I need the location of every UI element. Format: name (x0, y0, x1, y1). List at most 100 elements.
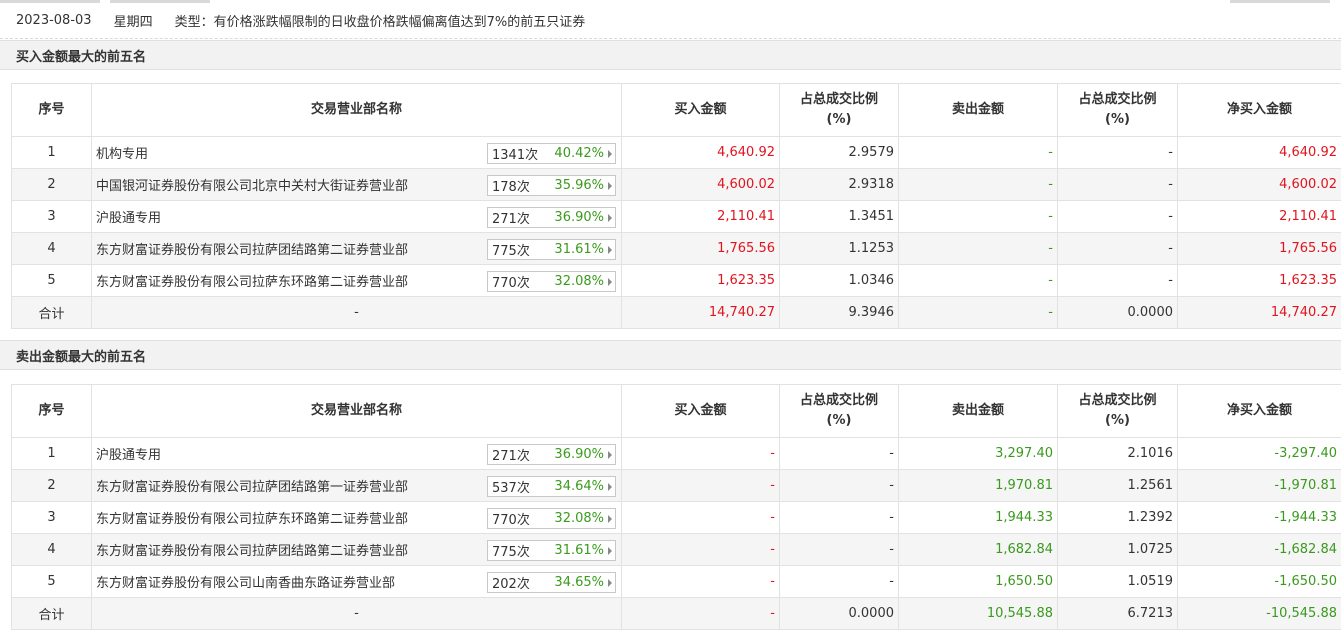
col-net: 净买入金额 (1177, 384, 1341, 438)
broker-listing-count: 271次 (492, 212, 530, 227)
broker-stats-button[interactable]: 537次 34.64% (487, 476, 616, 497)
broker-stats-button[interactable]: 202次 34.65% (487, 572, 616, 593)
sell-ratio: 1.2392 (1057, 501, 1178, 534)
broker-name[interactable]: 东方财富证券股份有限公司拉萨东环路第二证券营业部 (96, 508, 408, 527)
total-name: - (91, 296, 622, 329)
col-idx: 序号 (11, 384, 92, 438)
broker-name-cell: 机构专用 1341次 40.42% (91, 136, 622, 169)
col-sell-ratio: 占总成交比例 (%) (1057, 83, 1178, 137)
total-net-amount: -10,545.88 (1177, 597, 1341, 630)
sell-ratio: - (1057, 264, 1178, 297)
buy-ratio: 2.9579 (779, 136, 899, 169)
row-index: 1 (11, 136, 92, 169)
buy-amount: - (621, 565, 780, 598)
buy-table: 序号 交易营业部名称 买入金额 占总成交比例 (%) 卖出金额 占总成交比例 (… (11, 83, 1341, 329)
broker-win-rate: 34.64% (554, 479, 604, 494)
total-name: - (91, 597, 622, 630)
broker-name[interactable]: 沪股通专用 (96, 444, 161, 463)
row-index: 1 (11, 437, 92, 470)
broker-stats-button[interactable]: 770次 32.08% (487, 271, 616, 292)
broker-name[interactable]: 沪股通专用 (96, 207, 161, 226)
broker-name[interactable]: 东方财富证券股份有限公司拉萨东环路第二证券营业部 (96, 271, 408, 290)
broker-name-cell: 沪股通专用 271次 36.90% (91, 437, 622, 470)
col-idx: 序号 (11, 83, 92, 137)
net-amount: 4,600.02 (1177, 168, 1341, 201)
broker-listing-count: 775次 (492, 244, 530, 259)
broker-name-cell: 沪股通专用 271次 36.90% (91, 200, 622, 233)
net-amount: -1,970.81 (1177, 469, 1341, 502)
broker-listing-count: 537次 (492, 481, 530, 496)
buy-ratio: 1.1253 (779, 232, 899, 265)
caret-right-icon (608, 546, 612, 555)
net-amount: 4,640.92 (1177, 136, 1341, 169)
total-row: 合计 -14,740.27 9.3946-0.0000 14,740.27 (11, 296, 1341, 329)
row-index: 2 (11, 168, 92, 201)
col-sell: 卖出金额 (898, 83, 1058, 137)
broker-stats-button[interactable]: 271次 36.90% (487, 207, 616, 228)
broker-name-cell: 东方财富证券股份有限公司拉萨团结路第二证券营业部 775次 31.61% (91, 232, 622, 265)
broker-listing-count: 1341次 (492, 148, 539, 163)
broker-name-cell: 东方财富证券股份有限公司拉萨团结路第一证券营业部 537次 34.64% (91, 469, 622, 502)
total-row: 合计 - -0.0000 10,545.88 6.7213 -10,545.88 (11, 597, 1341, 630)
sell-ratio: 2.1016 (1057, 437, 1178, 470)
sell-amount: 1,970.81 (898, 469, 1058, 502)
sell-ratio: - (1057, 136, 1178, 169)
broker-listing-count: 770次 (492, 513, 530, 528)
broker-stats-button[interactable]: 271次 36.90% (487, 444, 616, 465)
broker-name[interactable]: 东方财富证券股份有限公司拉萨团结路第一证券营业部 (96, 476, 408, 495)
buy-ratio: - (779, 437, 899, 470)
buy-amount: - (621, 501, 780, 534)
broker-stats-button[interactable]: 775次 31.61% (487, 239, 616, 260)
sell-ratio: - (1057, 200, 1178, 233)
broker-stats-button[interactable]: 775次 31.61% (487, 540, 616, 561)
sell-amount: - (898, 264, 1058, 297)
col-name: 交易营业部名称 (91, 384, 622, 438)
total-label: 合计 (11, 296, 92, 329)
col-net: 净买入金额 (1177, 83, 1341, 137)
broker-name[interactable]: 东方财富证券股份有限公司拉萨团结路第二证券营业部 (96, 239, 408, 258)
broker-stats-button[interactable]: 1341次 40.42% (487, 143, 616, 164)
caret-right-icon (608, 514, 612, 523)
sell-amount: - (898, 136, 1058, 169)
table-row: 1 机构专用 1341次 40.42% 4,640.92 2.9579- -4,640.92 (11, 136, 1341, 169)
buy-amount: 1,765.56 (621, 232, 780, 265)
broker-name[interactable]: 东方财富证券股份有限公司山南香曲东路证券营业部 (96, 572, 395, 591)
trade-date: 2023-08-03 (16, 13, 92, 28)
buy-amount: - (621, 437, 780, 470)
buy-ratio: - (779, 469, 899, 502)
broker-stats-button[interactable]: 178次 35.96% (487, 175, 616, 196)
row-index: 5 (11, 565, 92, 598)
table-row: 3 沪股通专用 271次 36.90% 2,110.41 1.3451- -2,110.41 (11, 200, 1341, 233)
buy-section-title: 买入金额最大的前五名 (0, 40, 1341, 70)
buy-amount: 4,640.92 (621, 136, 780, 169)
broker-stats-button[interactable]: 770次 32.08% (487, 508, 616, 529)
caret-right-icon (608, 578, 612, 587)
buy-ratio: 2.9318 (779, 168, 899, 201)
total-buy-ratio: 9.3946 (779, 296, 899, 329)
col-buy: 买入金额 (621, 83, 780, 137)
caret-right-icon (608, 482, 612, 491)
table-row: 5 东方财富证券股份有限公司拉萨东环路第二证券营业部 770次 32.08% 1,623… (11, 264, 1341, 297)
broker-listing-count: 178次 (492, 180, 530, 195)
buy-amount: - (621, 469, 780, 502)
broker-name-cell: 东方财富证券股份有限公司山南香曲东路证券营业部 202次 34.65% (91, 565, 622, 598)
col-buy: 买入金额 (621, 384, 780, 438)
broker-name-cell: 东方财富证券股份有限公司拉萨团结路第二证券营业部 775次 31.61% (91, 533, 622, 566)
broker-name[interactable]: 东方财富证券股份有限公司拉萨团结路第二证券营业部 (96, 540, 408, 559)
net-amount: -3,297.40 (1177, 437, 1341, 470)
col-sell: 卖出金额 (898, 384, 1058, 438)
net-amount: 2,110.41 (1177, 200, 1341, 233)
sell-ratio: - (1057, 232, 1178, 265)
sell-ratio: 1.2561 (1057, 469, 1178, 502)
row-index: 3 (11, 501, 92, 534)
total-sell-ratio: 6.7213 (1057, 597, 1178, 630)
caret-right-icon (608, 245, 612, 254)
broker-win-rate: 40.42% (554, 146, 604, 161)
broker-win-rate: 32.08% (554, 511, 604, 526)
sell-ratio: 1.0725 (1057, 533, 1178, 566)
broker-listing-count: 271次 (492, 449, 530, 464)
total-net-amount: 14,740.27 (1177, 296, 1341, 329)
broker-name[interactable]: 中国银河证券股份有限公司北京中关村大街证券营业部 (96, 175, 408, 194)
broker-name[interactable]: 机构专用 (96, 143, 148, 162)
total-label: 合计 (11, 597, 92, 630)
